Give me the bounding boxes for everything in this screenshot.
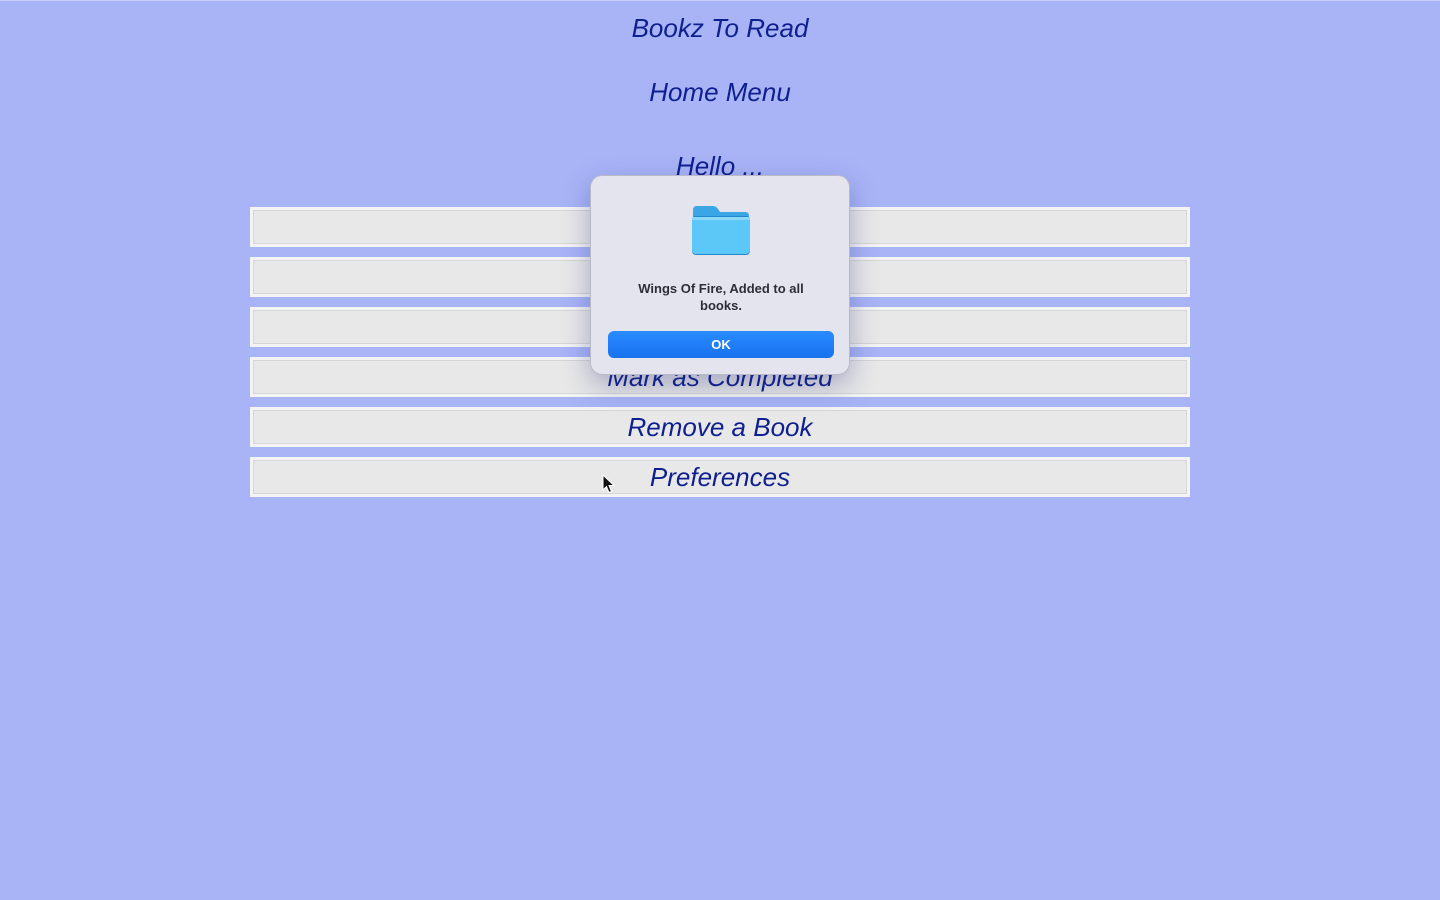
alert-dialog: Wings Of Fire, Added to all books. OK <box>590 175 850 375</box>
mouse-pointer-icon <box>602 474 616 494</box>
folder-icon <box>692 206 750 255</box>
preferences-button[interactable]: Preferences <box>250 457 1190 497</box>
window-top-edge <box>0 0 1440 1</box>
ok-button[interactable]: OK <box>608 331 834 358</box>
app-title: Bookz To Read <box>631 13 809 43</box>
dialog-message: Wings Of Fire, Added to all books. <box>638 281 804 313</box>
remove-book-button[interactable]: Remove a Book <box>250 407 1190 447</box>
page-title: Home Menu <box>649 77 791 107</box>
